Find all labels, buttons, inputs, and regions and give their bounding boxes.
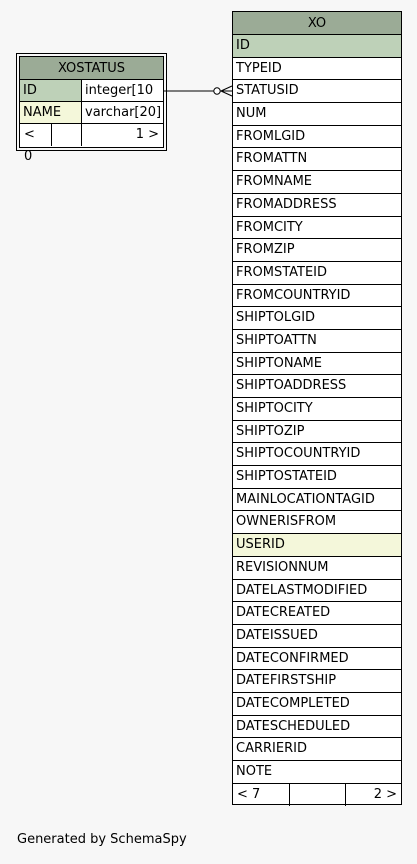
column-row: TYPEID	[233, 58, 401, 81]
column-row: SHIPTOADDRESS	[233, 375, 401, 398]
column-row: DATELASTMODIFIED	[233, 580, 401, 603]
column-row: FROMCOUNTRYID	[233, 285, 401, 308]
column-row: DATECOMPLETED	[233, 693, 401, 716]
column-row: SHIPTOZIP	[233, 421, 401, 444]
table-footer: < 0 1 >	[20, 124, 163, 164]
column-row: DATECONFIRMED	[233, 648, 401, 671]
column-row: OWNERISFROM	[233, 511, 401, 535]
generated-by-label: Generated by SchemaSpy	[17, 832, 187, 847]
column-row: MAINLOCATIONTAGID	[233, 489, 401, 512]
footer-spacer	[290, 783, 346, 806]
column-row: DATEISSUED	[233, 625, 401, 648]
column-name: NAME	[20, 102, 82, 123]
column-row: FROMLGID	[233, 126, 401, 149]
column-name: ID	[20, 80, 82, 101]
column-row: FROMZIP	[233, 239, 401, 262]
column-row: SHIPTOCOUNTRYID	[233, 443, 401, 467]
table-footer: < 7 2 >	[233, 783, 401, 806]
column-row: DATEFIRSTSHIP	[233, 670, 401, 693]
column-row: NOTE	[233, 761, 401, 784]
column-row: FROMADDRESS	[233, 194, 401, 217]
column-row: FROMSTATEID	[233, 262, 401, 285]
column-row: CARRIERID	[233, 738, 401, 761]
table-row: ID integer[10	[20, 80, 163, 102]
column-type: varchar[20]	[85, 105, 162, 120]
table-xo[interactable]: XO ID TYPEID STATUSID NUM FROMLGID FROMATTN FR…	[232, 11, 402, 806]
column-row: SHIPTOCITY	[233, 398, 401, 421]
column-row: SHIPTOSTATEID	[233, 466, 401, 489]
footer-spacer	[52, 124, 82, 146]
column-row: FROMCITY	[233, 217, 401, 240]
table-title: XO	[233, 12, 401, 35]
column-row: ID	[233, 35, 401, 58]
column-row: DATECREATED	[233, 602, 401, 625]
parent-count: < 0	[20, 124, 52, 164]
column-list: ID TYPEID STATUSID NUM FROMLGID FROMATTN FROMN…	[233, 35, 401, 784]
column-row: FROMNAME	[233, 171, 401, 194]
column-row: SHIPTONAME	[233, 353, 401, 376]
table-title: XOSTATUS	[20, 57, 163, 80]
column-row: REVISIONNUM	[233, 557, 401, 580]
column-row: USERID	[233, 534, 401, 557]
table-xostatus[interactable]: XOSTATUS ID integer[10 NAME varchar[20] …	[16, 53, 167, 164]
column-type: integer[10	[85, 83, 154, 98]
column-row: FROMATTN	[233, 148, 401, 172]
column-row: SHIPTOATTN	[233, 330, 401, 353]
child-count: 2 >	[373, 786, 397, 802]
table-row: NAME varchar[20]	[20, 102, 163, 124]
column-row: STATUSID	[233, 80, 401, 104]
column-row: NUM	[233, 103, 401, 126]
parent-count: < 7	[233, 783, 290, 806]
child-count: 1 >	[135, 127, 159, 142]
column-row: SHIPTOLGID	[233, 307, 401, 330]
column-row: DATESCHEDULED	[233, 716, 401, 739]
